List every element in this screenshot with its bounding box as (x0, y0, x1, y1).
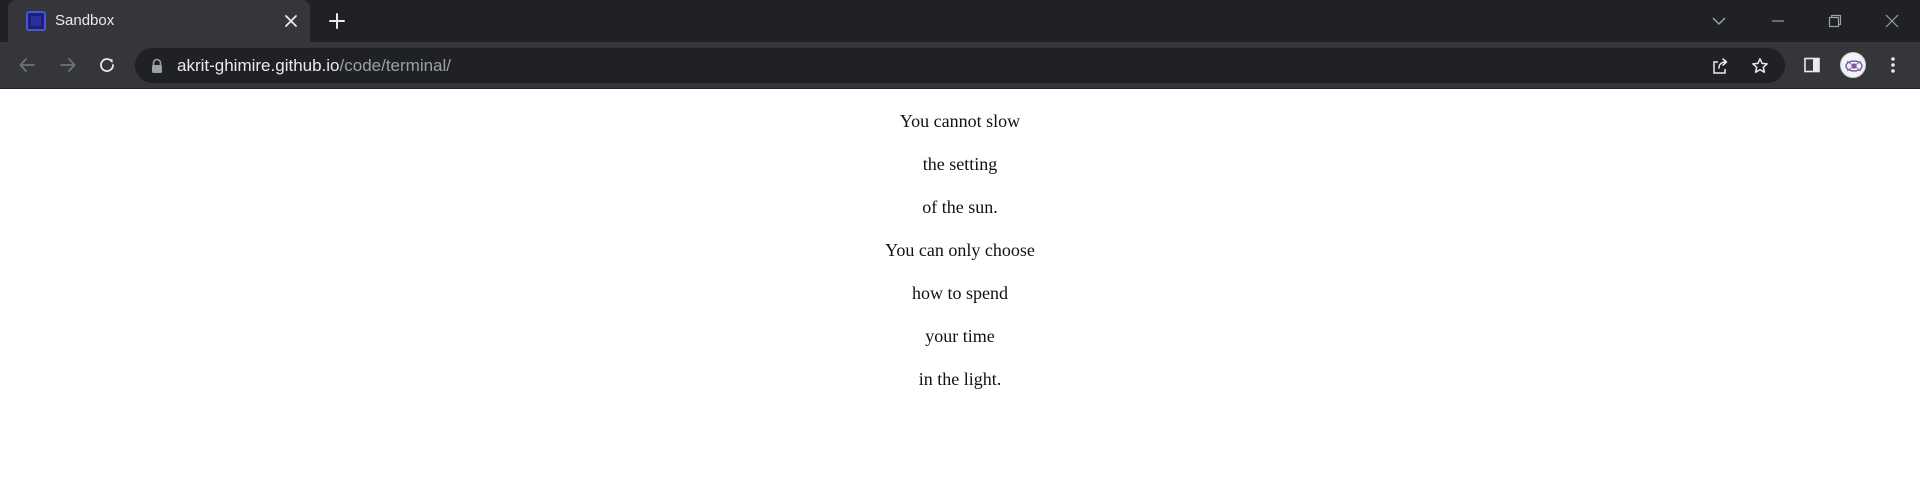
poem-line: the setting (922, 154, 998, 174)
url-host: akrit-ghimire.github.io (177, 56, 340, 75)
browser-window: Sandbox akrit-ghimire.github.io/code/ter… (0, 0, 1920, 500)
poem-line: how to spend (912, 283, 1008, 303)
tab-search-chevron-down-icon[interactable] (1706, 8, 1732, 34)
back-arrow-icon[interactable] (12, 50, 42, 80)
profile-avatar[interactable] (1838, 50, 1868, 80)
side-panel-icon[interactable] (1797, 50, 1827, 80)
avatar-icon (1840, 52, 1866, 78)
bookmark-star-icon[interactable] (1747, 53, 1773, 79)
browser-toolbar: akrit-ghimire.github.io/code/terminal/ (0, 42, 1920, 89)
poem-line: You can only choose (885, 240, 1035, 260)
tab-title: Sandbox (55, 12, 115, 29)
close-tab-icon[interactable] (280, 10, 302, 32)
forward-arrow-icon[interactable] (53, 50, 83, 80)
address-bar[interactable]: akrit-ghimire.github.io/code/terminal/ (135, 48, 1785, 83)
window-controls (1749, 0, 1920, 42)
page-content: You cannot slow the setting of the sun. … (0, 89, 1920, 500)
lock-icon[interactable] (150, 58, 164, 74)
reload-icon[interactable] (92, 50, 122, 80)
poem-line: You cannot slow (899, 111, 1021, 131)
poem-line: of the sun. (922, 197, 998, 217)
poem-line: in the light. (918, 369, 1002, 389)
tab-strip: Sandbox (0, 0, 1920, 42)
url-text[interactable]: akrit-ghimire.github.io/code/terminal/ (177, 56, 451, 76)
minimize-icon[interactable] (1749, 0, 1806, 42)
tab-sandbox[interactable]: Sandbox (8, 0, 310, 42)
url-path: /code/terminal/ (339, 56, 452, 75)
new-tab-plus-icon[interactable] (325, 9, 349, 33)
poem: You cannot slow the setting of the sun. … (0, 111, 1920, 412)
sandbox-favicon-icon (26, 11, 46, 31)
kebab-menu-icon[interactable] (1878, 50, 1908, 80)
restore-icon[interactable] (1806, 0, 1863, 42)
close-window-icon[interactable] (1863, 0, 1920, 42)
share-icon[interactable] (1707, 53, 1733, 79)
poem-line: your time (925, 326, 995, 346)
